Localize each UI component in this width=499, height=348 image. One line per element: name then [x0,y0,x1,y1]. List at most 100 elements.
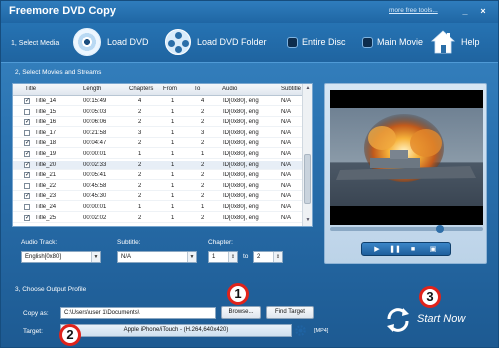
chapter-from-spinner[interactable]: 1 ⇕ [208,251,238,263]
film-reel-icon [165,29,191,55]
row-checkbox[interactable] [24,108,30,115]
row-checkbox[interactable] [24,129,30,136]
cell-from: 1 [171,151,175,157]
table-row[interactable]: Title_15 00:05:03 2 1 2 ID[0x80], eng N/A [13,108,303,117]
column-length[interactable]: Length [83,86,123,92]
entire-disc-option[interactable]: Entire Disc [287,27,346,57]
play-icon[interactable]: ▶ [370,245,384,254]
table-row[interactable]: ✓ Title_18 00:04:47 2 1 2 ID[0x80], eng N/A [13,139,303,149]
more-tools-link[interactable]: more free tools... [389,7,438,14]
copy-as-field[interactable]: C:\Users\user 1\Documents\ [60,307,216,319]
column-to[interactable]: To [194,86,224,92]
cell-chapters: 2 [138,182,142,189]
cell-from: 1 [171,204,175,210]
seek-bar[interactable] [330,225,483,233]
cell-from: 1 [171,161,175,168]
table-scrollbar[interactable]: ▲ ▼ [302,84,312,226]
audio-track-select[interactable]: English[0x80] ▼ [21,251,101,263]
cell-title: Title_23 [35,193,57,200]
main-movie-option[interactable]: Main Movie [362,27,423,57]
chevron-down-icon: ▼ [91,252,100,262]
seek-handle[interactable] [436,225,445,233]
cell-chapters: 1 [138,204,142,210]
minimize-button[interactable]: _ [459,6,471,17]
cell-title: Title_25 [35,214,57,221]
subtitle-value: N/A [121,254,132,260]
cell-from: 1 [171,108,175,115]
cell-subtitle: N/A [281,193,292,200]
cell-subtitle: N/A [281,140,292,147]
column-title[interactable]: Title [25,86,65,92]
subtitle-label: Subtitle: [117,239,141,246]
snapshot-icon[interactable]: ▣ [426,245,440,254]
table-row[interactable]: Title_24 00:00:01 1 1 1 ID[0x80], eng N/A [13,203,303,212]
browse-button[interactable]: Browse... [221,306,261,319]
row-checkbox[interactable]: ✓ [24,119,30,126]
help-button[interactable]: Help [431,27,480,57]
table-row[interactable]: ✓ Title_25 00:02:02 2 1 2 ID[0x80], eng N/A [13,214,303,223]
start-now-label: Start Now [417,313,466,325]
scroll-down-icon[interactable]: ▼ [304,217,312,225]
cell-to: 2 [201,214,205,221]
cell-audio: ID[0x80], eng [223,98,259,104]
row-checkbox[interactable] [24,204,30,210]
cell-length: 00:06:06 [83,119,107,126]
close-button[interactable]: × [477,6,489,17]
cell-length: 00:00:01 [83,204,107,210]
table-header: Title Length Chapters From To Audio Subt… [13,84,303,96]
find-target-button[interactable]: Find Target [266,306,314,319]
table-row[interactable]: ✓ Title_23 00:45:30 2 1 2 ID[0x80], eng N/A [13,192,303,202]
table-row[interactable]: ✓ Title_20 00:02:33 2 1 2 ID[0x80], eng N/A [13,160,303,170]
gear-icon[interactable] [294,324,307,337]
row-checkbox[interactable]: ✓ [24,172,30,179]
subtitle-select[interactable]: N/A ▼ [117,251,197,263]
table-row[interactable]: Title_22 00:45:58 2 1 2 ID[0x80], eng N/A [13,182,303,191]
cell-to: 3 [201,129,205,136]
cell-to: 2 [201,119,205,126]
row-checkbox[interactable]: ✓ [24,193,30,200]
table-row[interactable]: Title_17 00:21:58 3 1 3 ID[0x80], eng N/A [13,129,303,138]
stop-icon[interactable]: ■ [406,245,420,254]
cell-title: Title_16 [35,119,57,126]
title-bar: Freemore DVD Copy more free tools... _ × [1,1,498,23]
scroll-thumb[interactable] [304,154,311,204]
cell-chapters: 2 [138,193,142,200]
cell-audio: ID[0x80], eng [223,151,259,157]
row-checkbox[interactable] [24,182,30,189]
audio-track-value: English[0x80] [25,254,62,260]
table-row[interactable]: ✓ Title_21 00:05:41 2 1 2 ID[0x80], eng N/A [13,171,303,181]
column-from[interactable]: From [163,86,193,92]
row-checkbox[interactable]: ✓ [24,214,30,221]
row-checkbox[interactable]: ✓ [24,98,30,104]
load-dvd-folder-button[interactable]: Load DVD Folder [165,27,267,57]
column-audio[interactable]: Audio [222,86,272,92]
cell-title: Title_14 [35,98,57,104]
table-row[interactable]: ✓ Title_14 00:15:49 4 1 4 ID[0x80], eng N/A [13,97,303,106]
titles-table: Title Length Chapters From To Audio Subt… [12,83,313,227]
chapter-to-spinner[interactable]: 2 ⇕ [253,251,283,263]
row-checkbox[interactable]: ✓ [24,151,30,157]
checkbox-icon [362,36,373,48]
step-1-label: 1, Select Media [11,40,60,47]
start-now-button[interactable]: Start Now [379,303,469,337]
cell-length: 00:05:03 [83,108,107,115]
cell-audio: ID[0x80], eng [223,193,259,200]
cell-chapters: 4 [138,98,142,104]
row-checkbox[interactable]: ✓ [24,161,30,168]
target-profile-select[interactable]: Apple iPhone/iTouch - (H.264,640x420) [60,324,292,337]
load-dvd-button[interactable]: Load DVD [73,27,149,57]
scroll-up-icon[interactable]: ▲ [304,85,312,93]
row-checkbox[interactable]: ✓ [24,140,30,147]
cell-from: 1 [171,140,175,147]
cell-from: 1 [171,172,175,179]
cell-subtitle: N/A [281,214,292,221]
chapter-label: Chapter: [208,239,233,246]
table-row[interactable]: ✓ Title_16 00:06:06 2 1 2 ID[0x80], eng N/A [13,118,303,128]
cell-to: 1 [201,151,205,157]
pause-icon[interactable]: ❚❚ [388,245,402,254]
table-row[interactable]: ✓ Title_19 00:00:01 1 1 1 ID[0x80], eng N/A [13,150,303,159]
cell-to: 4 [201,98,205,104]
cell-length: 00:02:02 [83,214,107,221]
callout-2: 2 [59,324,81,346]
cell-title: Title_21 [35,172,57,179]
